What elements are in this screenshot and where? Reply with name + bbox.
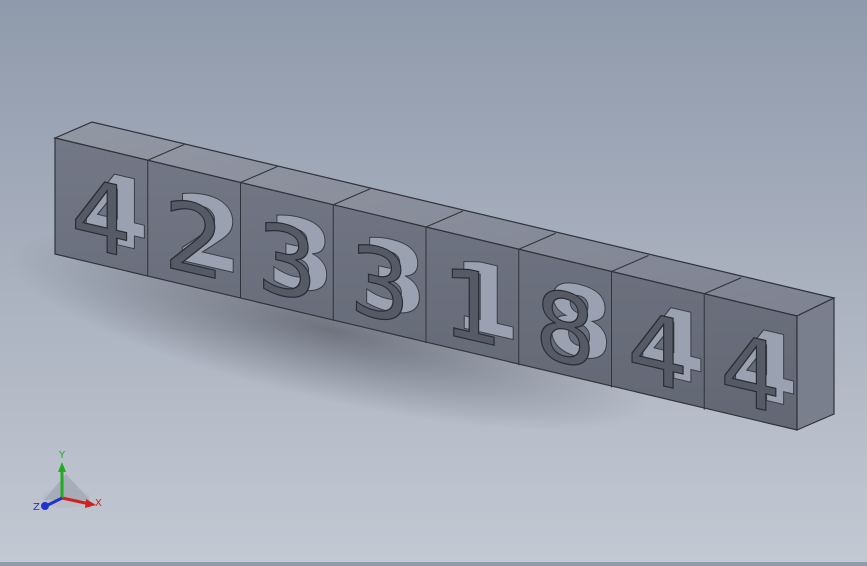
digit-6: 88 bbox=[534, 259, 613, 393]
digit-face: 8 bbox=[535, 266, 596, 392]
digit-face: 4 bbox=[71, 155, 132, 281]
digit-5: 11 bbox=[441, 236, 520, 370]
digit-7: 44 bbox=[627, 281, 706, 415]
digit-face: 3 bbox=[349, 222, 410, 348]
z-axis-arrow bbox=[41, 502, 49, 510]
digit-2: 22 bbox=[163, 170, 242, 304]
triad-cone bbox=[44, 474, 90, 500]
digit-4: 33 bbox=[348, 214, 427, 348]
digit-face: 4 bbox=[720, 311, 781, 437]
digit-1: 44 bbox=[70, 147, 149, 281]
digit-face: 4 bbox=[627, 289, 688, 415]
y-axis-label: Y bbox=[58, 450, 66, 461]
x-axis-label: X bbox=[95, 498, 102, 509]
model-canvas[interactable]: 44 22 33 33 11 88 44 44 X Y Z bbox=[0, 0, 867, 562]
view-orientation-triad[interactable]: X Y Z bbox=[33, 450, 102, 513]
digit-8: 44 bbox=[719, 303, 798, 437]
digit-face: 2 bbox=[164, 177, 225, 303]
y-axis-arrow bbox=[58, 462, 66, 472]
bar-end-face bbox=[796, 297, 835, 431]
graphics-viewport[interactable]: 4422333311884444 X Y Z bbox=[0, 0, 867, 562]
digit-face: 3 bbox=[256, 200, 317, 326]
digit-face: 1 bbox=[442, 244, 503, 370]
z-axis-label: Z bbox=[33, 502, 40, 513]
digit-3: 33 bbox=[256, 192, 335, 326]
